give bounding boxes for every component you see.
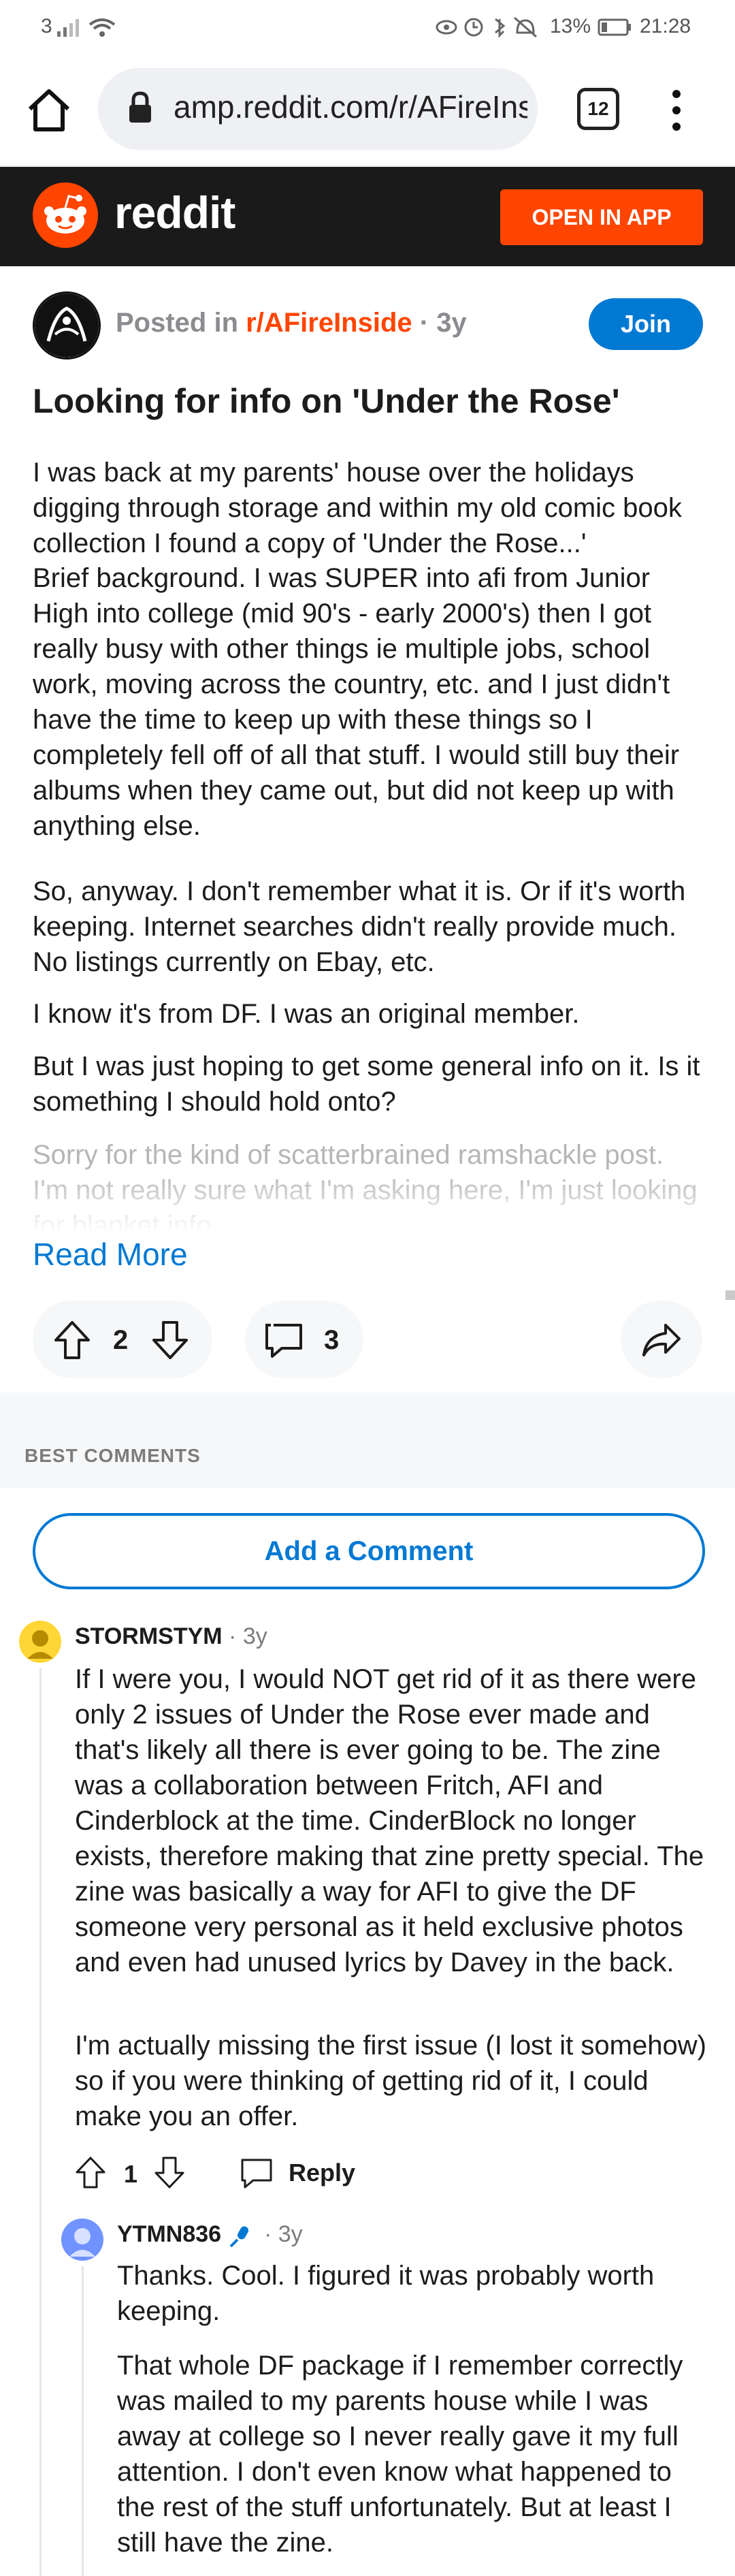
comment-age: · 3y [257,2221,303,2247]
post-paragraph: So, anyway. I don't remember what it is.… [33,876,686,977]
comment-thread-line[interactable] [39,1668,42,2576]
text-fade-overlay [0,1171,735,1233]
upvote-icon[interactable] [53,1320,91,1361]
tab-count-button[interactable]: 12 [577,88,619,130]
lock-icon [129,91,151,123]
reddit-logo-icon[interactable] [33,182,98,248]
comment-username[interactable]: STORMSTYM [75,1623,223,1649]
comment-downvote-icon[interactable] [154,2156,185,2190]
subreddit-link[interactable]: r/AFireInside [246,308,412,338]
comment-paragraph: Thanks. Cool. I figured it was probably … [117,2261,655,2326]
read-more-link[interactable]: Read More [33,1236,188,1273]
comment-upvote-icon[interactable] [75,2156,106,2190]
post-paragraph: Brief background. I was SUPER into afi f… [33,563,680,841]
downvote-icon[interactable] [151,1320,189,1361]
share-button[interactable] [621,1301,702,1378]
commenter-avatar[interactable] [61,2219,103,2261]
comment-author[interactable]: STORMSTYM · 3y [75,1623,267,1650]
section-divider [0,1393,735,1488]
op-microphone-icon [229,2226,248,2248]
join-button[interactable]: Join [589,298,703,350]
url-text[interactable]: amp.reddit.com/r/AFireInside [174,89,527,125]
comment-author[interactable]: YTMN836 · 3y [117,2221,303,2248]
comment-age: · 3y [222,1623,267,1649]
post-paragraph: I know it's from DF. I was an original m… [33,999,580,1029]
best-comments-header: BEST COMMENTS [24,1445,201,1466]
signal-wifi-icon [57,18,116,37]
status-bar: 3 13% 21:28 [0,0,735,54]
subreddit-avatar[interactable] [33,291,101,360]
comment-username[interactable]: YTMN836 [117,2221,221,2247]
post-age: · 3y [412,308,467,338]
comment-vote-count: 1 [124,2160,138,2188]
comment-paragraph: That whole DF package if I remember corr… [117,2351,683,2558]
reply-button[interactable]: Reply [289,2159,355,2187]
clock: 21:28 [640,15,691,37]
add-comment-button[interactable]: Add a Comment [33,1513,705,1589]
comments-button[interactable]: 3 [245,1301,363,1378]
reddit-wordmark[interactable]: reddit [114,187,235,238]
comment-icon [265,1324,302,1358]
comment-paragraph: I'm actually missing the first issue (I … [75,2031,706,2131]
more-menu-icon[interactable] [668,87,685,133]
post-paragraph: But I was just hoping to get some genera… [33,1051,700,1117]
vote-count: 2 [113,1325,129,1355]
post-meta: Posted in r/AFireInside · 3y [116,308,467,338]
posted-in-label: Posted in [116,308,246,338]
vote-bar: 2 [33,1301,212,1378]
reply-icon[interactable] [240,2157,274,2190]
battery-icon [598,18,631,36]
status-icons [436,16,537,38]
commenter-avatar[interactable] [19,1621,61,1663]
scrollbar-thumb[interactable] [725,1290,735,1300]
post-title: Looking for info on 'Under the Rose' [33,382,620,420]
home-icon[interactable] [24,86,74,135]
comment-paragraph: If I were you, I would NOT get rid of it… [75,1664,704,1977]
battery-percent: 13% [550,15,591,37]
share-icon [642,1324,681,1356]
signal-label: 3 [41,15,52,37]
comment-thread-line[interactable] [82,2266,84,2576]
comment-count: 3 [324,1325,340,1355]
open-in-app-button[interactable]: OPEN IN APP [500,189,703,245]
post-paragraph: I was back at my parents' house over the… [33,458,682,558]
